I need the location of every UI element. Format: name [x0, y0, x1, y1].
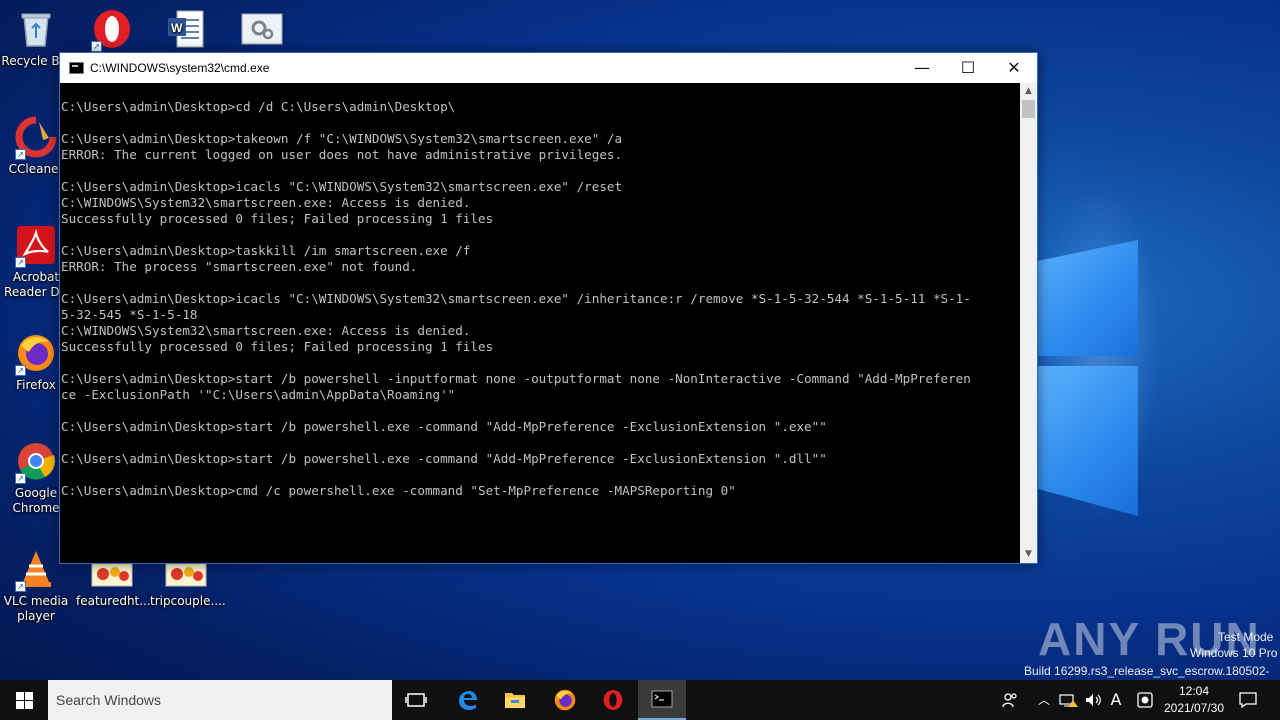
- clock-time: 12:04: [1178, 684, 1210, 698]
- shortcut-arrow-icon: ↗: [15, 581, 26, 592]
- test-mode-text: Test Mode: [1218, 630, 1274, 644]
- minimize-button[interactable]: —: [899, 53, 945, 83]
- vlc-icon: ↗: [15, 548, 57, 592]
- tray-show-hidden[interactable]: ︿: [1034, 680, 1054, 720]
- console-line: C:\Users\admin\Desktop>icacls "C:\WINDOW…: [61, 291, 971, 306]
- desktop-icon-label: CCleaner: [8, 162, 64, 176]
- tray-people[interactable]: [996, 680, 1024, 720]
- desktop-icon-label: tripcouple....: [150, 594, 226, 608]
- opera-icon: [603, 690, 623, 710]
- chevron-up-icon: ︿: [1037, 693, 1050, 707]
- console-line: Successfully processed 0 files; Failed p…: [61, 339, 494, 354]
- shortcut-arrow-icon: ↗: [15, 149, 26, 160]
- taskbar-firefox[interactable]: [541, 680, 589, 720]
- cmd-icon: [69, 62, 84, 74]
- console-line: C:\WINDOWS\System32\smartscreen.exe: Acc…: [61, 323, 471, 338]
- desktop-icon-label: featuredht...: [76, 594, 151, 608]
- scroll-up-icon[interactable]: ▲: [1020, 83, 1037, 100]
- tray-language[interactable]: A: [1106, 680, 1126, 720]
- desktop-icon-word-document[interactable]: W: [150, 8, 222, 54]
- ccleaner-icon: ↗: [15, 116, 57, 160]
- close-button[interactable]: ✕: [991, 53, 1037, 83]
- people-icon: [1002, 693, 1017, 708]
- tray-volume[interactable]: [1082, 680, 1104, 720]
- desktop-icon-label: Firefox: [16, 378, 56, 392]
- status-app-icon: [1137, 692, 1153, 708]
- tray-notifications[interactable]: [1234, 680, 1262, 720]
- taskbar-file-explorer[interactable]: [491, 680, 539, 720]
- console-line: ERROR: The process "smartscreen.exe" not…: [61, 259, 418, 274]
- notification-center-icon: [1239, 692, 1257, 709]
- maximize-button[interactable]: ☐: [945, 53, 991, 83]
- console-line: ce -ExclusionPath '"C:\Users\admin\AppDa…: [61, 387, 456, 402]
- console-line: C:\WINDOWS\System32\smartscreen.exe: Acc…: [61, 195, 471, 210]
- recycle-bin-icon: [15, 8, 57, 50]
- console-line: C:\Users\admin\Desktop>start /b powershe…: [61, 419, 827, 434]
- taskbar: Search Windows ︿ A 12:04 2021/07/30: [0, 680, 1280, 720]
- desktop-icon-label: VLC media player: [3, 594, 69, 623]
- chrome-icon: ↗: [15, 440, 57, 484]
- console-line: C:\Users\admin\Desktop>cd /d C:\Users\ad…: [61, 99, 456, 114]
- volume-icon: [1086, 694, 1101, 706]
- cmd-window[interactable]: C:\WINDOWS\system32\cmd.exe — ☐ ✕ C:\Use…: [59, 52, 1038, 564]
- task-view-icon: [405, 693, 427, 707]
- settings-file-icon: [241, 8, 283, 50]
- firefox-icon: [554, 689, 576, 711]
- clock-date: 2021/07/30: [1163, 701, 1225, 715]
- taskbar-cmd[interactable]: [638, 680, 686, 720]
- scrollbar-thumb[interactable]: [1022, 100, 1035, 118]
- window-titlebar[interactable]: C:\WINDOWS\system32\cmd.exe — ☐ ✕: [60, 53, 1037, 83]
- windows-edition-text: Windows 10 Pro: [1190, 646, 1278, 660]
- console-line: C:\Users\admin\Desktop>start /b powershe…: [61, 451, 827, 466]
- tray-app-status[interactable]: [1134, 680, 1156, 720]
- console-output[interactable]: C:\Users\admin\Desktop>cd /d C:\Users\ad…: [60, 83, 1021, 563]
- start-button[interactable]: [0, 680, 48, 720]
- window-title: C:\WINDOWS\system32\cmd.exe: [90, 61, 270, 75]
- taskbar-task-view[interactable]: [392, 680, 440, 720]
- desktop-icon-settings-file[interactable]: [226, 8, 298, 54]
- shortcut-arrow-icon: ↗: [91, 41, 102, 52]
- console-line: C:\Users\admin\Desktop>start /b powershe…: [61, 371, 971, 386]
- console-line: 5-32-545 *S-1-5-18: [61, 307, 198, 322]
- desktop-icon-label: Google Chrome: [12, 486, 60, 515]
- firefox-icon: ↗: [15, 332, 57, 376]
- vertical-scrollbar[interactable]: ▲ ▼: [1020, 83, 1037, 563]
- console-line: C:\Users\admin\Desktop>icacls "C:\WINDOW…: [61, 179, 623, 194]
- search-input[interactable]: Search Windows: [48, 680, 392, 720]
- acrobat-icon: ↗: [15, 224, 57, 268]
- file-explorer-icon: [505, 693, 525, 708]
- console-line: ERROR: The current logged on user does n…: [61, 147, 623, 162]
- shortcut-arrow-icon: ↗: [15, 365, 26, 376]
- taskbar-edge[interactable]: [443, 680, 491, 720]
- tray-network[interactable]: [1058, 680, 1080, 720]
- svg-text:W: W: [171, 21, 183, 35]
- console-line: C:\Users\admin\Desktop>takeown /f "C:\WI…: [61, 131, 623, 146]
- shortcut-arrow-icon: ↗: [15, 257, 26, 268]
- console-line: C:\Users\admin\Desktop>taskkill /im smar…: [61, 243, 471, 258]
- taskbar-opera[interactable]: [589, 680, 637, 720]
- console-line: Successfully processed 0 files; Failed p…: [61, 211, 494, 226]
- taskbar-clock[interactable]: 12:04 2021/07/30: [1160, 683, 1228, 717]
- console-line: C:\Users\admin\Desktop>cmd /c powershell…: [61, 483, 736, 498]
- scroll-down-icon[interactable]: ▼: [1020, 546, 1037, 563]
- opera-icon: ↗: [91, 8, 133, 52]
- desktop-icon-opera[interactable]: ↗: [76, 8, 148, 54]
- network-warning-icon: [1059, 694, 1078, 707]
- word-document-icon: W: [165, 8, 207, 50]
- edge-icon: [459, 691, 477, 710]
- shortcut-arrow-icon: ↗: [15, 473, 26, 484]
- cmd-icon: [651, 690, 673, 708]
